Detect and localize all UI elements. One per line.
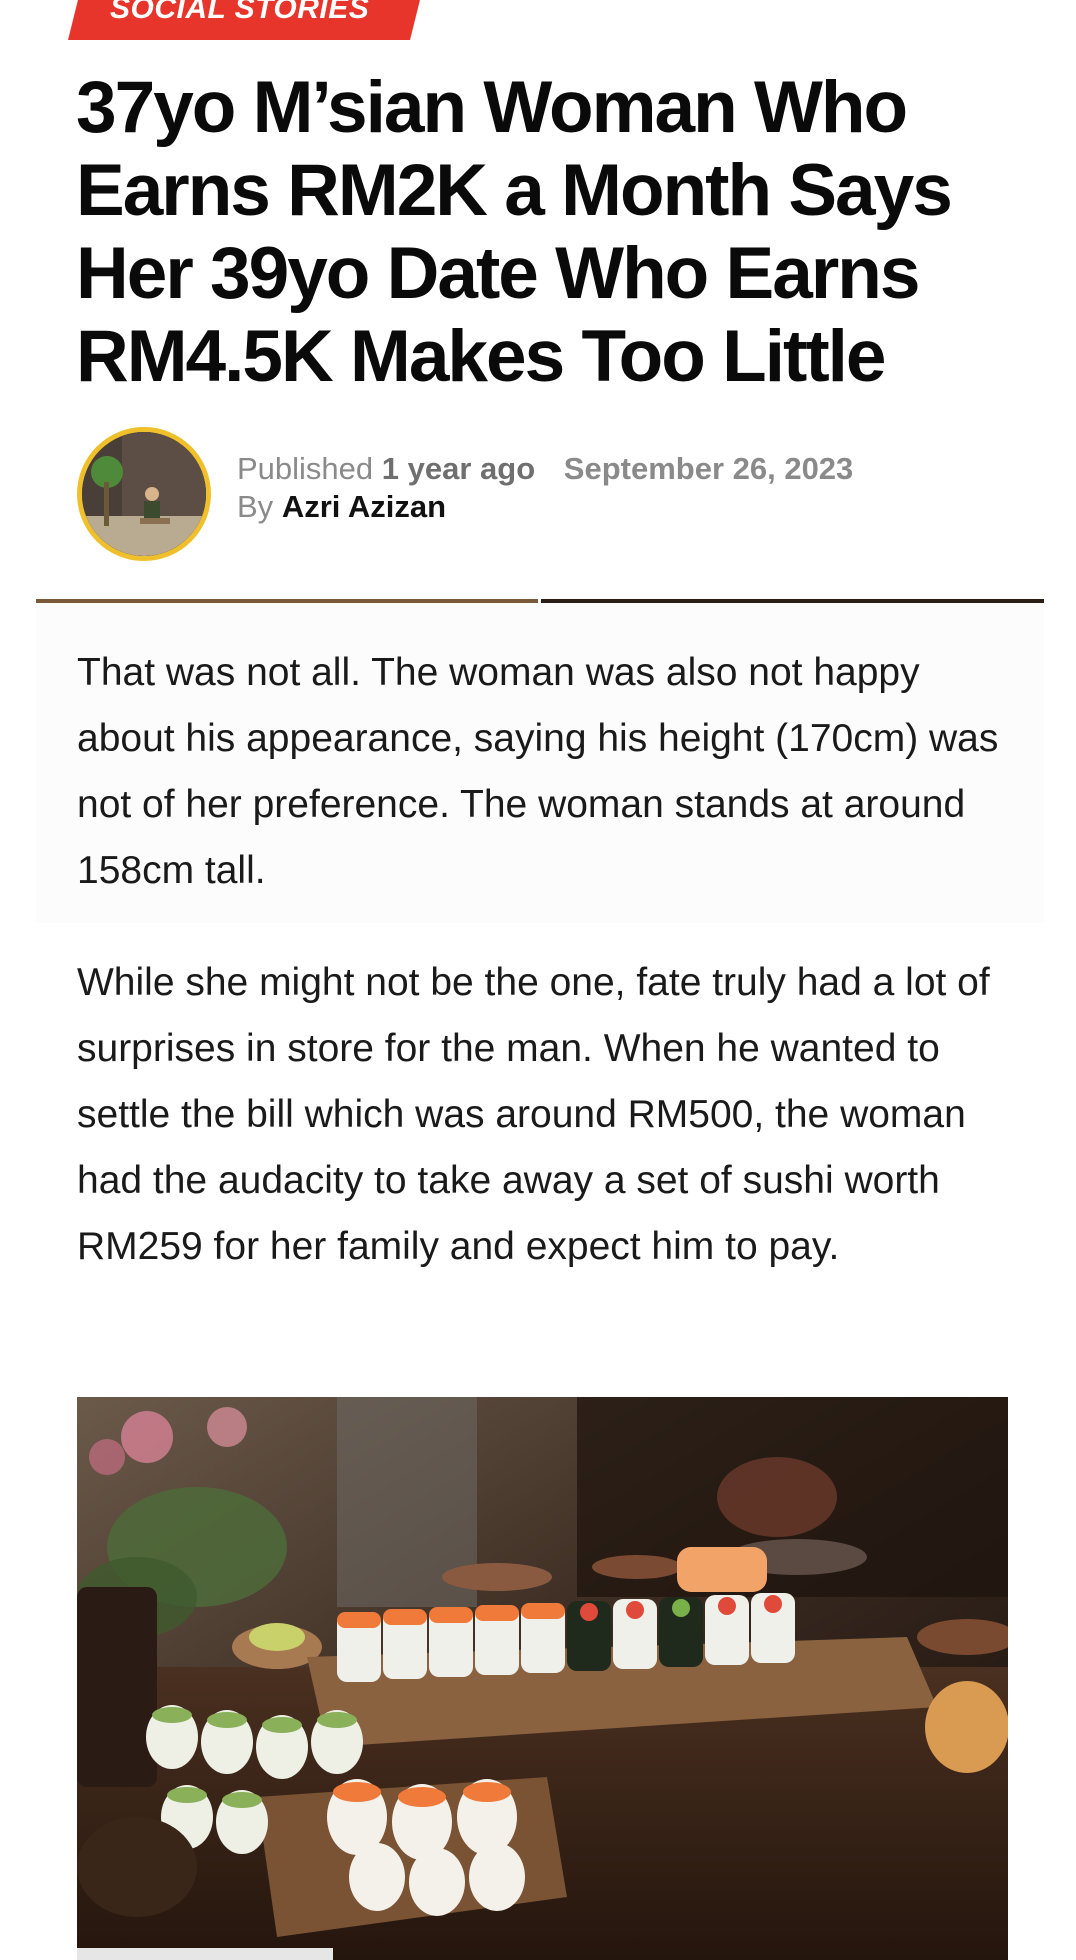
by-label: By (237, 489, 274, 524)
published-date: September 26, 2023 (563, 451, 854, 486)
published-label: Published (237, 451, 374, 486)
publish-line: Published 1 year ago September 26, 2023 (237, 450, 853, 488)
author-name[interactable]: Azri Azizan (282, 489, 446, 524)
article-meta: Published 1 year ago September 26, 2023 … (237, 450, 853, 526)
article-headline: 37yo M’sian Woman Who Earns RM2K a Month… (76, 67, 953, 397)
author-line: By Azri Azizan (237, 488, 853, 526)
author-avatar[interactable] (77, 427, 211, 561)
article-image[interactable] (77, 1397, 1008, 1960)
article-paragraph: That was not all. The woman was also not… (77, 651, 999, 892)
author-avatar-photo (82, 432, 206, 556)
image-caption-bar (77, 1948, 333, 1960)
sushi-photo (77, 1397, 1008, 1960)
article-paragraph: While she might not be the one, fate tru… (77, 961, 990, 1268)
category-tag[interactable]: SOCIAL STORIES (110, 0, 369, 26)
published-relative: 1 year ago (381, 451, 536, 486)
